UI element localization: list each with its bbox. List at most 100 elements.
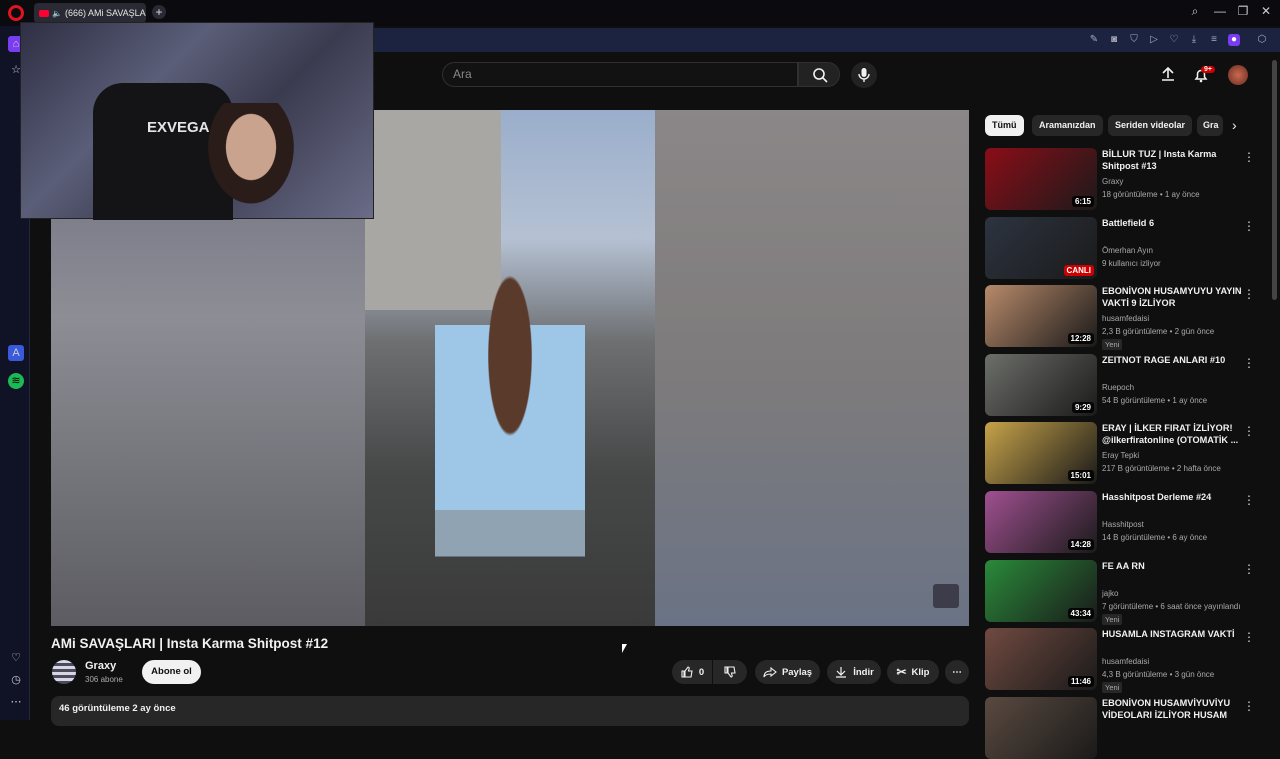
more-vert-icon[interactable]: ⋮ (1243, 424, 1255, 438)
recommendation-card[interactable]: 43:34 FE AA RN jajko 7 görüntüleme • 6 saat… (985, 560, 1265, 625)
recommendation-title[interactable]: Hasshitpost Derleme #24 (1102, 491, 1242, 503)
profile-icon[interactable]: ● (1228, 34, 1240, 46)
recommendation-title[interactable]: ERAY | İLKER FIRAT İZLİYOR! @ilkerfirato… (1102, 422, 1242, 446)
recommendation-meta: 9 kullanıcı izliyor (1102, 259, 1161, 268)
recommendation-title[interactable]: Battlefield 6 (1102, 217, 1242, 229)
more-vert-icon[interactable]: ⋮ (1243, 699, 1255, 713)
video-thumbnail[interactable]: 9:29 (985, 354, 1097, 416)
more-actions-button[interactable]: ⋯ (945, 660, 969, 684)
channel-name[interactable]: Graxy (85, 660, 116, 672)
share-button[interactable]: Paylaş (755, 660, 820, 684)
recommendation-channel: jajko (1102, 589, 1119, 598)
history-icon[interactable]: ◷ (8, 672, 24, 688)
chevron-right-icon[interactable]: › (1232, 117, 1237, 133)
heart-icon[interactable]: ♡ (1168, 34, 1180, 46)
search-button[interactable] (798, 62, 840, 87)
video-thumbnail[interactable]: 43:34 (985, 560, 1097, 622)
new-tab-button[interactable]: + (152, 5, 166, 19)
youtube-favicon-icon (39, 9, 49, 17)
chip-series[interactable]: Seriden videolar (1108, 115, 1193, 136)
live-badge: CANLI (1063, 265, 1094, 276)
subscribe-button[interactable]: Abone ol (142, 660, 201, 684)
recommendation-card[interactable]: 14:28 Hasshitpost Derleme #24 Hasshitpost 1… (985, 491, 1265, 553)
video-duration: 43:34 (1067, 608, 1094, 619)
edit-icon[interactable]: ✎ (1088, 34, 1100, 46)
camera-icon[interactable]: ◙ (1108, 34, 1120, 46)
shield-icon[interactable]: ⛉ (1128, 34, 1140, 46)
more-vert-icon[interactable]: ⋮ (1243, 287, 1255, 301)
voice-search-button[interactable] (851, 62, 877, 88)
tab-title: (666) AMi SAVAŞLARI (64, 8, 146, 18)
video-thumbnail[interactable]: 6:15 (985, 148, 1097, 210)
recommendation-channel: Ömerhan Ayın (1102, 246, 1153, 255)
more-icon[interactable]: ⋯ (8, 694, 24, 710)
recommendation-title[interactable]: EBONİVON HUSAMYUYU YAYIN VAKTİ 9 İZLİYOR (1102, 285, 1242, 309)
recommendation-meta: 4,3 B görüntüleme • 3 gün önce (1102, 670, 1215, 679)
blurred-background-right (655, 110, 969, 626)
recommendation-title[interactable]: ZEITNOT RAGE ANLARI #10 (1102, 354, 1242, 366)
recommendation-card[interactable]: 11:46 HUSAMLA INSTAGRAM VAKTİ husamfedaisi… (985, 628, 1265, 693)
more-vert-icon[interactable]: ⋮ (1243, 630, 1255, 644)
scrollbar[interactable] (1272, 60, 1277, 300)
new-badge: Yeni (1102, 614, 1123, 625)
extensions-icon[interactable]: ⬡ (1256, 34, 1268, 46)
search-input[interactable]: Ara (442, 62, 798, 87)
play-icon[interactable]: ▷ (1148, 34, 1160, 46)
recommendation-channel: husamfedaisi (1102, 657, 1150, 666)
video-thumbnail[interactable]: 12:28 (985, 285, 1097, 347)
upload-icon[interactable] (1159, 65, 1177, 88)
channel-avatar[interactable] (52, 660, 76, 684)
chip-more[interactable]: Gra (1197, 115, 1223, 136)
browser-tab[interactable]: 🔈 (666) AMi SAVAŞLARI (34, 3, 146, 23)
share-label: Paylaş (781, 666, 813, 678)
new-badge: Yeni (1102, 682, 1123, 693)
avatar[interactable] (1228, 65, 1248, 85)
more-vert-icon[interactable]: ⋮ (1243, 150, 1255, 164)
opera-logo-icon[interactable] (8, 5, 24, 21)
clip-button[interactable]: ✂ Klip (887, 660, 939, 684)
recommendation-title[interactable]: BİLLUR TUZ | Insta Karma Shitpost #13 (1102, 148, 1242, 172)
recommendation-title[interactable]: FE AA RN (1102, 560, 1242, 572)
video-duration: 6:15 (1071, 196, 1094, 207)
aria-icon[interactable]: A (8, 345, 24, 361)
tab-search-icon[interactable]: ⌕ (1185, 4, 1205, 19)
restore-button[interactable]: ❐ (1233, 4, 1253, 18)
download-button[interactable]: İndir (827, 660, 881, 684)
description-box[interactable]: 46 görüntüleme 2 ay önce (51, 696, 969, 726)
views-date: 46 görüntüleme 2 ay önce (59, 703, 176, 714)
recommendation-card[interactable]: 12:28 EBONİVON HUSAMYUYU YAYIN VAKTİ 9 İZ… (985, 285, 1265, 350)
recommendation-card[interactable]: 15:01 ERAY | İLKER FIRAT İZLİYOR! @ilkerf… (985, 422, 1265, 484)
chip-all[interactable]: Tümü (985, 115, 1024, 136)
more-vert-icon[interactable]: ⋮ (1243, 562, 1255, 576)
menu-icon[interactable]: ≡ (1208, 34, 1220, 46)
more-icon: ⋯ (952, 666, 962, 678)
recommendation-card[interactable]: EBONİVON HUSAMVİYUVİYU VİDEOLARI İZLİYOR… (985, 697, 1265, 759)
download-icon[interactable]: ⤓ (1188, 34, 1200, 46)
recommendation-title[interactable]: EBONİVON HUSAMVİYUVİYU VİDEOLARI İZLİYOR… (1102, 697, 1242, 723)
recommendation-card[interactable]: 6:15 BİLLUR TUZ | Insta Karma Shitpost #1… (985, 148, 1265, 210)
heart-icon[interactable]: ♡ (8, 650, 24, 666)
video-thumbnail[interactable]: 11:46 (985, 628, 1097, 690)
video-thumbnail[interactable]: 14:28 (985, 491, 1097, 553)
recommendation-meta: 54 B görüntüleme • 1 ay önce (1102, 396, 1208, 405)
recommendation-card[interactable]: 9:29 ZEITNOT RAGE ANLARI #10 Ruepoch 54 B g… (985, 354, 1265, 416)
minimize-button[interactable]: — (1210, 4, 1230, 18)
close-button[interactable]: ✕ (1256, 4, 1276, 18)
like-button[interactable]: 0 (672, 660, 712, 684)
speaker-icon[interactable]: 🔈 (52, 9, 62, 18)
spotify-icon[interactable]: ≋ (8, 373, 24, 389)
recommendation-card[interactable]: CANLI Battlefield 6 Ömerhan Ayın 9 kullanıc… (985, 217, 1265, 279)
dislike-button[interactable] (713, 660, 747, 684)
recommendation-title[interactable]: HUSAMLA INSTAGRAM VAKTİ (1102, 628, 1242, 640)
video-thumbnail[interactable] (985, 697, 1097, 759)
video-thumbnail[interactable]: 15:01 (985, 422, 1097, 484)
video-thumbnail[interactable]: CANLI (985, 217, 1097, 279)
share-icon (763, 666, 777, 678)
settings-icon[interactable] (933, 584, 959, 608)
recommendation-meta: 2,3 B görüntüleme • 2 gün önce (1102, 327, 1215, 336)
more-vert-icon[interactable]: ⋮ (1243, 493, 1255, 507)
chip-from-search[interactable]: Aramanızdan (1032, 115, 1103, 136)
video-duration: 14:28 (1067, 539, 1094, 550)
more-vert-icon[interactable]: ⋮ (1243, 356, 1255, 370)
more-vert-icon[interactable]: ⋮ (1243, 219, 1255, 233)
